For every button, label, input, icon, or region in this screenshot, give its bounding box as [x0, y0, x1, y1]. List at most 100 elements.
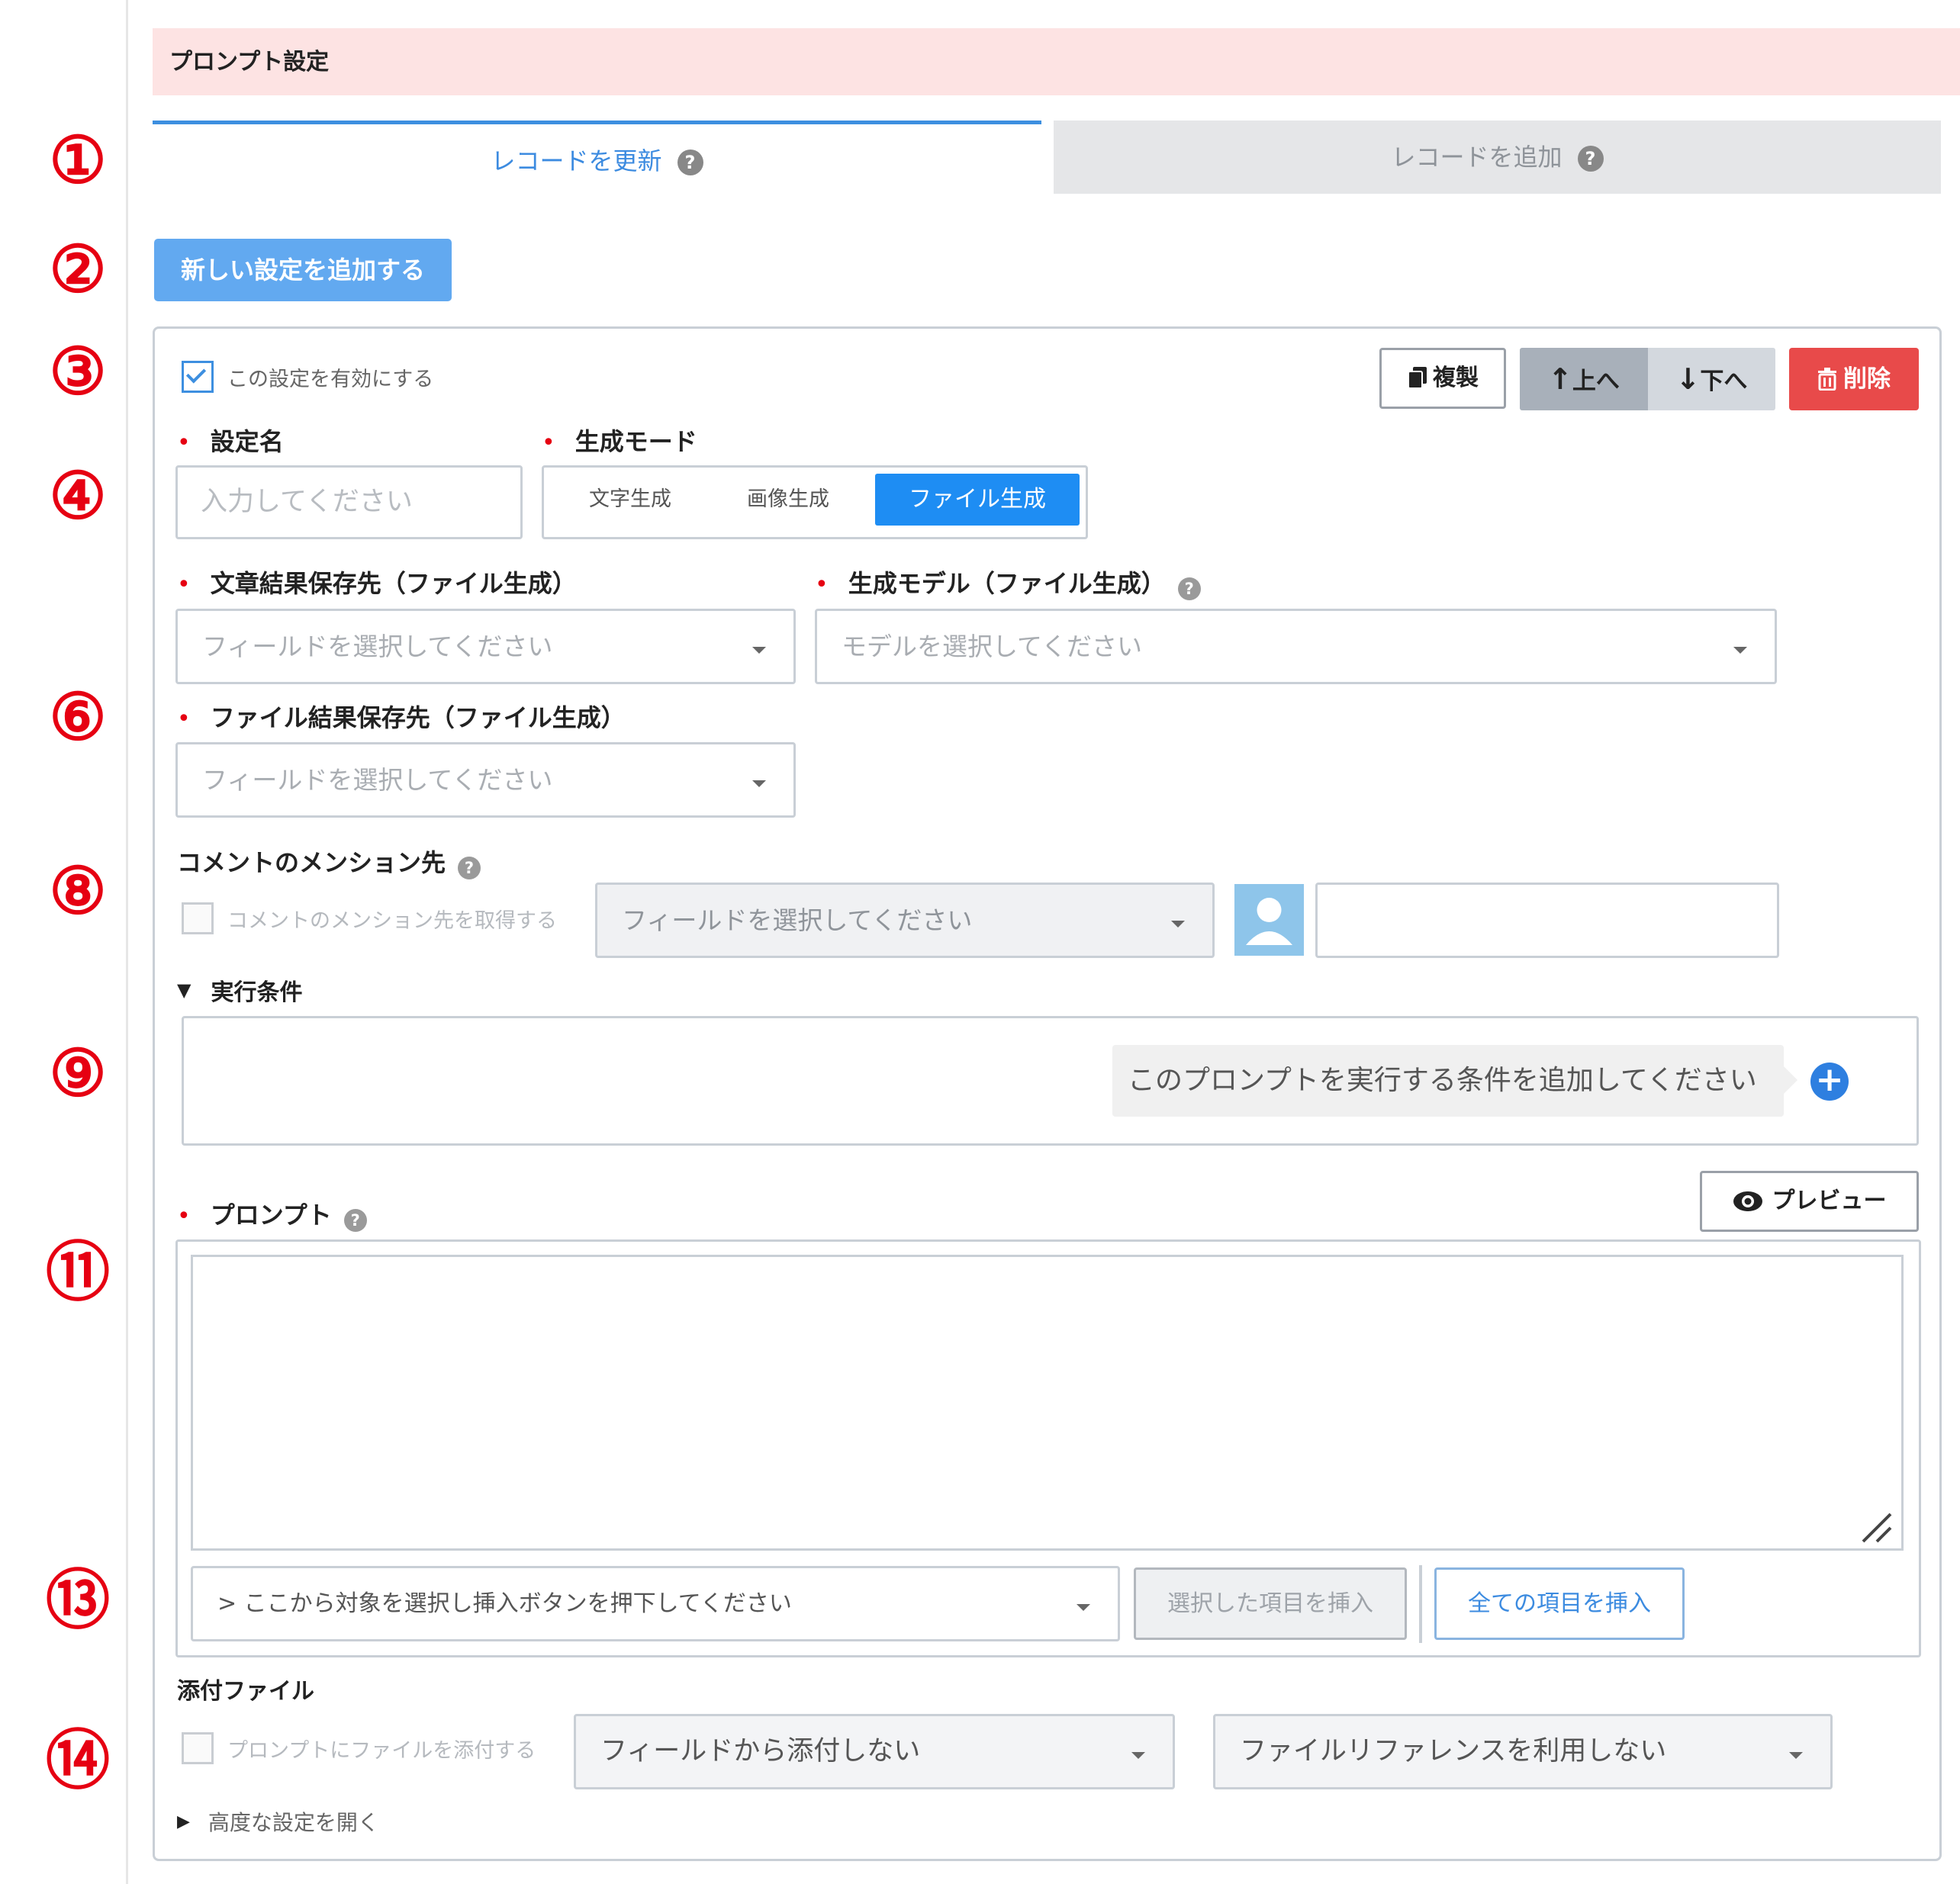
select-placeholder: > ここから対象を選択し挿入ボタンを押下してください [217, 1590, 792, 1617]
help-icon[interactable]: ? [458, 856, 481, 879]
select-placeholder: フィールドを選択してください [202, 632, 553, 661]
attachment-checkbox-label: プロンプトにファイルを添付する [227, 1738, 536, 1763]
arrow-down-icon: ↓ [1675, 362, 1701, 396]
annotation-badge-2: ② [49, 231, 107, 307]
attachment-checkbox[interactable] [182, 1732, 214, 1764]
chevron-down-icon [1077, 1603, 1090, 1611]
setting-name-label-row: • 設定名 [177, 423, 284, 458]
attachment-label: 添付ファイル [177, 1678, 314, 1705]
setting-name-input[interactable]: 入力してください [175, 465, 523, 539]
insert-all-button[interactable]: 全ての項目を挿入 [1434, 1567, 1685, 1640]
move-up-label: 上へ [1572, 368, 1620, 395]
move-up-button[interactable]: ↑上へ [1520, 348, 1648, 410]
preview-button[interactable]: プレビュー [1700, 1171, 1919, 1232]
attachment-label-row: 添付ファイル [177, 1672, 314, 1706]
file-result-label: ファイル結果保存先（ファイル生成） [210, 703, 626, 732]
mention-checkbox-label: コメントのメンション先を取得する [227, 908, 557, 933]
annotation-badge-11: ⑪ [45, 1234, 110, 1310]
left-divider [126, 0, 128, 1884]
annotation-badge-8: ⑧ [49, 853, 107, 928]
help-icon[interactable]: ? [1177, 577, 1201, 600]
help-icon[interactable]: ? [343, 1208, 367, 1232]
tab-update-record[interactable]: レコードを更新? [153, 121, 1041, 194]
mention-label-row: コメントのメンション先? [177, 844, 481, 879]
eye-icon [1733, 1191, 1762, 1211]
generation-mode-label: 生成モード [574, 427, 697, 456]
copy-label: 複製 [1433, 365, 1479, 391]
annotation-badge-3: ③ [49, 333, 107, 409]
mode-option-text[interactable]: 文字生成 [550, 474, 710, 526]
conditions-label: 実行条件 [211, 979, 303, 1006]
model-label-row: • 生成モデル（ファイル生成）? [815, 564, 1201, 600]
select-value: フィールドから添付しない [600, 1736, 921, 1767]
text-result-label-row: • 文章結果保存先（ファイル生成） [177, 564, 577, 600]
mention-label: コメントのメンション先 [177, 848, 446, 877]
add-setting-button[interactable]: 新しい設定を追加する [154, 239, 452, 301]
select-placeholder: フィールドを選択してください [202, 765, 553, 795]
chevron-down-icon [1171, 920, 1185, 928]
copy-button[interactable]: 複製 [1379, 348, 1506, 409]
insert-selected-button[interactable]: 選択した項目を挿入 [1134, 1567, 1407, 1640]
enable-label: この設定を有効にする [227, 367, 434, 391]
mode-option-file[interactable]: ファイル生成 [875, 474, 1080, 526]
help-icon[interactable]: ? [677, 149, 703, 175]
text-result-select[interactable]: フィールドを選択してください [175, 609, 796, 684]
mention-user-input[interactable] [1315, 883, 1779, 958]
move-button-group: ↑上へ ↓下へ [1520, 348, 1775, 410]
annotation-badge-4: ④ [49, 458, 107, 533]
panel-header [153, 28, 1960, 95]
file-result-label-row: • ファイル結果保存先（ファイル生成） [177, 699, 626, 734]
resize-handle-icon[interactable] [1860, 1511, 1894, 1545]
button-separator [1419, 1565, 1422, 1643]
help-icon[interactable]: ? [1577, 146, 1604, 172]
model-select[interactable]: モデルを選択してください [815, 609, 1777, 684]
attachment-reference-select[interactable]: ファイルリファレンスを利用しない [1213, 1714, 1833, 1789]
mention-field-select[interactable]: フィールドを選択してください [595, 883, 1215, 958]
chevron-down-icon [1131, 1751, 1145, 1759]
required-mark: • [177, 706, 191, 732]
panel-title: プロンプト設定 [169, 49, 330, 76]
move-down-label: 下へ [1700, 368, 1748, 395]
delete-button[interactable]: 削除 [1789, 348, 1919, 410]
annotation-badge-1: ① [49, 122, 107, 198]
required-mark: • [177, 571, 191, 598]
required-mark: • [177, 429, 191, 456]
file-result-select[interactable]: フィールドを選択してください [175, 742, 796, 818]
prompt-label-row: • プロンプト? [177, 1196, 367, 1232]
mention-checkbox[interactable] [182, 902, 214, 934]
caret-right-icon: ▶ [177, 1812, 190, 1831]
caret-down-icon: ▼ [177, 979, 191, 1001]
preview-label: プレビュー [1772, 1188, 1887, 1214]
attachment-checkbox-row[interactable]: プロンプトにファイルを添付する [182, 1732, 536, 1764]
user-avatar-icon [1234, 884, 1304, 956]
select-value: ファイルリファレンスを利用しない [1240, 1736, 1667, 1767]
tab-add-record[interactable]: レコードを追加? [1054, 121, 1941, 194]
select-placeholder: モデルを選択してください [842, 632, 1143, 661]
attachment-field-select[interactable]: フィールドから添付しない [574, 1714, 1175, 1789]
generation-mode-label-row: • 生成モード [542, 423, 697, 458]
enable-setting-row[interactable]: この設定を有効にする [182, 361, 434, 393]
tab-label: レコードを追加 [1391, 143, 1563, 172]
add-condition-icon[interactable]: + [1810, 1063, 1849, 1101]
mention-checkbox-row[interactable]: コメントのメンション先を取得する [182, 902, 557, 934]
move-down-button[interactable]: ↓下へ [1648, 348, 1775, 410]
annotation-badge-13: ⑬ [45, 1562, 110, 1638]
enable-checkbox[interactable] [182, 361, 214, 393]
mode-option-image[interactable]: 画像生成 [712, 474, 864, 526]
advanced-settings-label: 高度な設定を開く [208, 1810, 379, 1835]
conditions-toggle[interactable]: ▼ 実行条件 [177, 973, 302, 1007]
required-mark: • [177, 1203, 191, 1230]
annotation-badge-9: ⑨ [49, 1035, 107, 1111]
text-result-label: 文章結果保存先（ファイル生成） [210, 569, 577, 598]
insert-target-select[interactable]: > ここから対象を選択し挿入ボタンを押下してください [191, 1566, 1120, 1641]
chevron-down-icon [1789, 1751, 1803, 1759]
tab-label: レコードを更新 [491, 146, 662, 175]
prompt-label: プロンプト [210, 1201, 332, 1230]
chevron-down-icon [752, 646, 766, 654]
annotation-badge-6: ⑥ [49, 679, 107, 754]
advanced-settings-toggle[interactable]: ▶ 高度な設定を開く [177, 1806, 379, 1837]
chevron-down-icon [752, 780, 766, 787]
prompt-textarea[interactable] [191, 1255, 1904, 1551]
model-label: 生成モデル（ファイル生成） [848, 569, 1166, 598]
setting-name-label: 設定名 [210, 427, 284, 456]
